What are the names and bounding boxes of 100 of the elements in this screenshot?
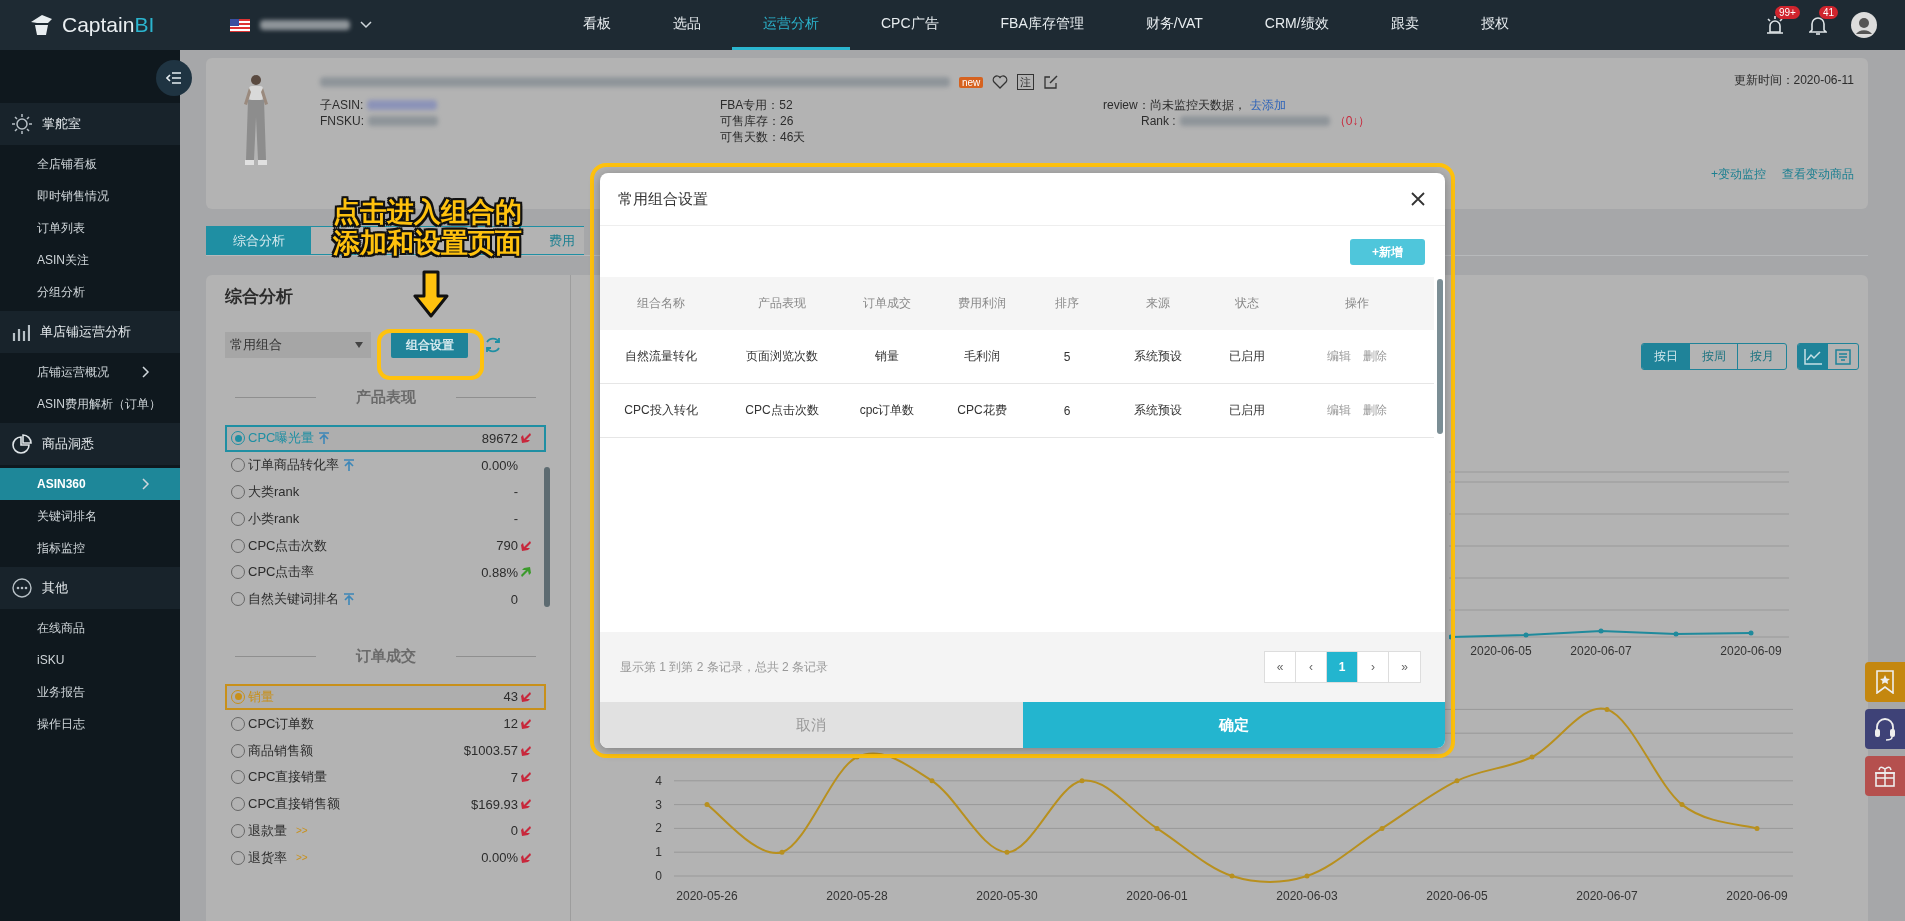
sidebar-item[interactable]: 即时销售情况: [0, 180, 180, 212]
heart-icon[interactable]: [992, 75, 1009, 89]
metric-row[interactable]: 商品销售额 $1003.57: [225, 737, 546, 764]
metric-row[interactable]: CPC曝光量 89672: [225, 425, 546, 452]
store-selector[interactable]: [230, 18, 372, 32]
page-button[interactable]: ‹: [1296, 652, 1327, 682]
metric-value: $1003.57: [463, 743, 518, 759]
side-button[interactable]: [1865, 709, 1905, 749]
column-header: 排序: [1054, 295, 1080, 312]
avatar-icon[interactable]: [1851, 12, 1877, 38]
sidebar-item[interactable]: 指标监控: [0, 532, 180, 564]
sidebar-section[interactable]: 单店铺运营分析: [0, 311, 180, 353]
scrollbar[interactable]: [1437, 279, 1443, 434]
axis-label: 2020-06-05: [1470, 644, 1532, 658]
nav-tab[interactable]: 跟卖: [1359, 0, 1450, 50]
data-point: [1304, 873, 1310, 879]
alarm-icon[interactable]: [1765, 15, 1785, 35]
scrollbar[interactable]: [544, 467, 550, 607]
sidebar-item[interactable]: iSKU: [0, 644, 180, 676]
down-arrow-icon: [413, 270, 449, 318]
metric-row[interactable]: 退货率 >> 0.00%: [225, 844, 546, 872]
page-button[interactable]: »: [1389, 652, 1420, 682]
metric-row[interactable]: 订单商品转化率 0.00%: [225, 451, 546, 479]
metric-row[interactable]: CPC直接销售额 $169.93: [225, 790, 546, 818]
metric-row[interactable]: 销量 43: [225, 683, 546, 711]
metric-label: CPC曝光量: [248, 429, 315, 448]
sidebar-item[interactable]: 在线商品: [0, 612, 180, 644]
period-toggle[interactable]: 按日: [1642, 344, 1690, 369]
axis-label: 2020-06-07: [1570, 644, 1632, 658]
data-point: [1529, 754, 1535, 760]
sidebar-item[interactable]: ASIN360: [0, 468, 180, 500]
metric-row[interactable]: CPC订单数 12: [225, 710, 546, 738]
combo-settings-button[interactable]: 组合设置: [391, 332, 468, 358]
metric-value: -: [513, 511, 518, 527]
note-button[interactable]: 注: [1017, 74, 1035, 90]
axis-label: 2020-06-01: [1126, 889, 1188, 903]
refresh-icon[interactable]: [484, 336, 502, 354]
metric-row[interactable]: CPC点击率 0.88%: [225, 559, 546, 586]
nav-tab[interactable]: CPC广告: [850, 0, 970, 50]
metric-row[interactable]: 退款量 >> 0: [225, 817, 546, 845]
item-label: 即时销售情况: [37, 187, 109, 205]
close-icon[interactable]: [1411, 192, 1425, 206]
section-title: 商品洞悉: [42, 435, 94, 453]
axis-label: 2020-06-03: [1276, 889, 1338, 903]
metric-row[interactable]: 小类rank -: [225, 505, 546, 533]
metric-row[interactable]: 自然关键词排名 0: [225, 585, 546, 613]
top-arrow-icon[interactable]: [344, 593, 354, 606]
data-point: [1229, 873, 1235, 879]
nav-tab[interactable]: 授权: [1449, 0, 1540, 50]
sidebar-item[interactable]: 操作日志: [0, 708, 180, 740]
sidebar-item[interactable]: 全店铺看板: [0, 148, 180, 180]
sidebar-item[interactable]: 关键词排名: [0, 500, 180, 532]
pie-chart-icon: [12, 434, 32, 454]
review-text: review：尚未监控天数据，: [1103, 98, 1246, 112]
metric-row[interactable]: 大类rank -: [225, 478, 546, 506]
bell-icon[interactable]: [1809, 15, 1827, 35]
field-label: FNSKU:: [320, 114, 364, 128]
item-label: 全店铺看板: [37, 155, 97, 173]
metric-label: CPC点击率: [248, 563, 315, 582]
metric-label: CPC订单数: [248, 714, 315, 733]
axis-label: 3: [655, 797, 662, 812]
nav-tab[interactable]: FBA库存管理: [969, 0, 1115, 50]
metric-label: 退款量: [248, 821, 287, 840]
sidebar-section[interactable]: 掌舵室: [0, 103, 180, 145]
metric-label: 自然关键词排名: [248, 590, 339, 609]
sidebar-section[interactable]: 商品洞悉: [0, 423, 180, 465]
combo-select[interactable]: 常用组合: [225, 332, 371, 358]
column-header: 费用利润: [957, 295, 1007, 312]
logo-text: CaptainBI: [62, 13, 155, 37]
sidebar-item[interactable]: 店铺运营概况: [0, 356, 180, 388]
sidebar-item[interactable]: 业务报告: [0, 676, 180, 708]
stat-text: FBA专用：52: [720, 98, 794, 112]
edit-icon[interactable]: [1043, 74, 1060, 90]
axis-label: 2020-06-09: [1726, 889, 1788, 903]
nav-tab[interactable]: 运营分析: [732, 0, 850, 50]
page-button[interactable]: ›: [1358, 652, 1389, 682]
nav-tab[interactable]: 财务/VAT: [1114, 0, 1234, 50]
nav-tab[interactable]: 看板: [552, 0, 642, 50]
metric-row[interactable]: CPC点击次数 790: [225, 532, 546, 559]
blurred-text: [367, 100, 438, 110]
item-label: 指标监控: [37, 539, 85, 557]
column-header: 订单成交: [862, 295, 912, 312]
sidebar-item[interactable]: 订单列表: [0, 212, 180, 244]
collapse-button[interactable]: [156, 60, 192, 96]
sidebar-item[interactable]: ASIN费用解析（订单）: [0, 388, 180, 420]
top-arrow-icon[interactable]: [344, 459, 354, 472]
table-cell-text: 页面浏览次数: [745, 348, 819, 365]
nav-tab[interactable]: CRM/绩效: [1233, 0, 1360, 50]
side-button[interactable]: [1865, 756, 1905, 796]
nav-tab[interactable]: 选品: [642, 0, 732, 50]
sidebar-section[interactable]: 其他: [0, 567, 180, 609]
count-badge: 41: [1819, 6, 1839, 19]
page-button[interactable]: «: [1265, 652, 1296, 682]
top-arrow-icon[interactable]: [319, 432, 330, 445]
sidebar-item[interactable]: ASIN关注: [0, 244, 180, 276]
table-cell-text: CPC投入转化: [623, 402, 699, 419]
metric-value: 0.00%: [481, 850, 518, 866]
sidebar-item[interactable]: 分组分析: [0, 276, 180, 308]
view-toggle[interactable]: [1798, 344, 1828, 369]
metric-row[interactable]: CPC直接销量 7: [225, 763, 546, 791]
